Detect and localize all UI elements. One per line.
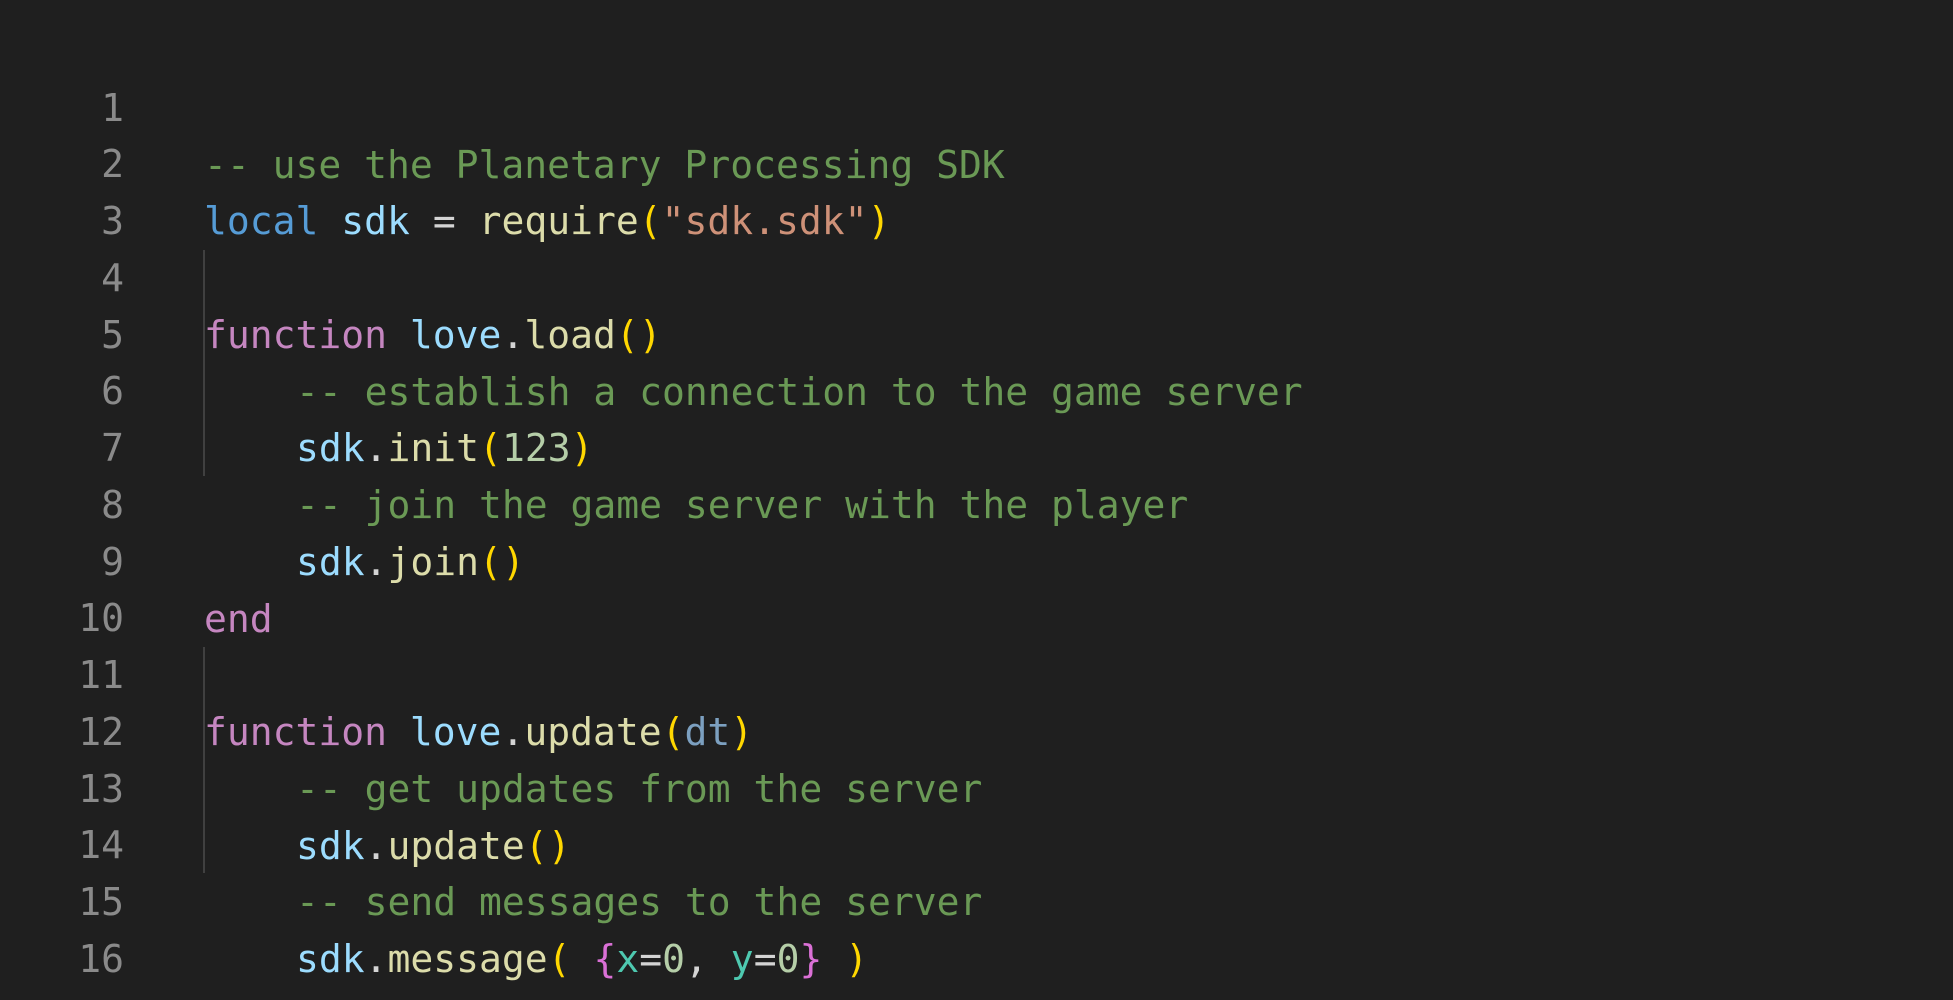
code-line[interactable]: 7 -- join the game server with the playe…	[0, 363, 1953, 527]
code-editor[interactable]: 1 -- use the Planetary Processing SDK 2 …	[0, 0, 1953, 1000]
code-line[interactable]: 1 -- use the Planetary Processing SDK	[0, 23, 1953, 187]
code-line[interactable]: 4 function love.load()	[0, 193, 1953, 357]
code-line[interactable]: 6 sdk.init(123)	[0, 306, 1953, 470]
code-line[interactable]: 8 sdk.join()	[0, 420, 1953, 584]
line-number: 17	[0, 988, 124, 1000]
code-line[interactable]: 9 end	[0, 477, 1953, 641]
code-line[interactable]: 14 -- send messages to the server	[0, 760, 1953, 924]
code-line[interactable]: 16 end	[0, 874, 1953, 1000]
code-line[interactable]: 11 function love.update(dt)	[0, 590, 1953, 754]
code-line[interactable]: 5 -- establish a connection to the game …	[0, 250, 1953, 414]
keyword-end: end	[204, 994, 273, 1000]
code-line[interactable]: 12 -- get updates from the server	[0, 647, 1953, 811]
code-line[interactable]: 2 local sdk = require("sdk.sdk")	[0, 79, 1953, 243]
code-line[interactable]: 10	[0, 533, 1953, 640]
code-line[interactable]: 13 sdk.update()	[0, 704, 1953, 868]
code-line[interactable]: 17	[0, 931, 1953, 1000]
code-line[interactable]: 15 sdk.message( {x=0, y=0} )	[0, 817, 1953, 981]
code-line[interactable]: 3	[0, 136, 1953, 243]
